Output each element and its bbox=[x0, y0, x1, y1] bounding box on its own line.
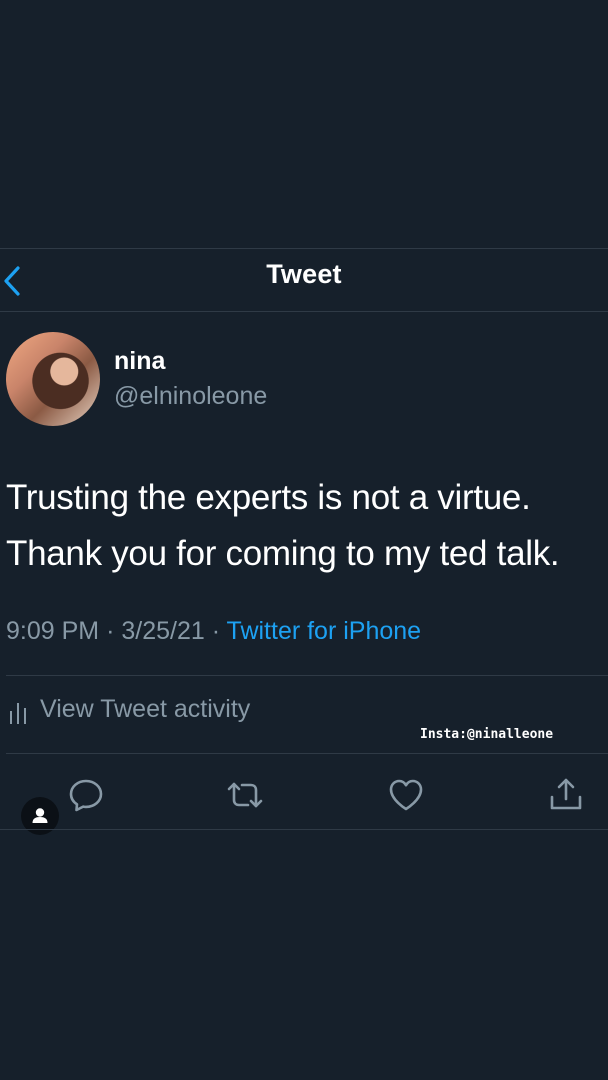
view-tweet-activity-label: View Tweet activity bbox=[40, 695, 251, 723]
tweet-date: 3/25/21 bbox=[121, 617, 205, 645]
meta-separator: · bbox=[211, 617, 221, 645]
author-handle[interactable]: @elninoleone bbox=[114, 382, 267, 411]
tweet-meta: 9:09 PM · 3/25/21 · Twitter for iPhone bbox=[6, 617, 421, 646]
share-icon bbox=[550, 778, 582, 810]
divider bbox=[6, 675, 608, 676]
tweet-screen: Tweet nina @elninoleone Trusting the exp… bbox=[0, 0, 608, 1080]
author-avatar[interactable] bbox=[6, 332, 100, 426]
divider bbox=[6, 753, 608, 754]
reply-icon bbox=[69, 779, 103, 812]
navigation-header: Tweet bbox=[0, 249, 608, 311]
like-button[interactable] bbox=[386, 775, 426, 815]
header-divider bbox=[0, 311, 608, 312]
retweet-icon bbox=[227, 782, 263, 808]
insta-watermark: Insta:@ninalleone bbox=[420, 727, 554, 742]
heart-icon bbox=[389, 779, 423, 811]
retweet-button[interactable] bbox=[225, 775, 265, 815]
bar-chart-icon bbox=[10, 703, 26, 724]
bottom-divider bbox=[0, 829, 608, 830]
share-button[interactable] bbox=[546, 775, 586, 815]
tweet-time: 9:09 PM bbox=[6, 617, 100, 645]
reply-button[interactable] bbox=[66, 775, 106, 815]
author-name[interactable]: nina bbox=[114, 347, 165, 376]
tweet-text-line: Thank you for coming to my ted talk. bbox=[6, 534, 560, 573]
tweet-source-link[interactable]: Twitter for iPhone bbox=[227, 617, 422, 645]
tweet-text: Trusting the experts is not a virtue. Th… bbox=[6, 470, 606, 582]
tweet-text-line: Trusting the experts is not a virtue. bbox=[6, 478, 531, 517]
page-title: Tweet bbox=[266, 259, 342, 289]
meta-separator: · bbox=[106, 617, 115, 645]
